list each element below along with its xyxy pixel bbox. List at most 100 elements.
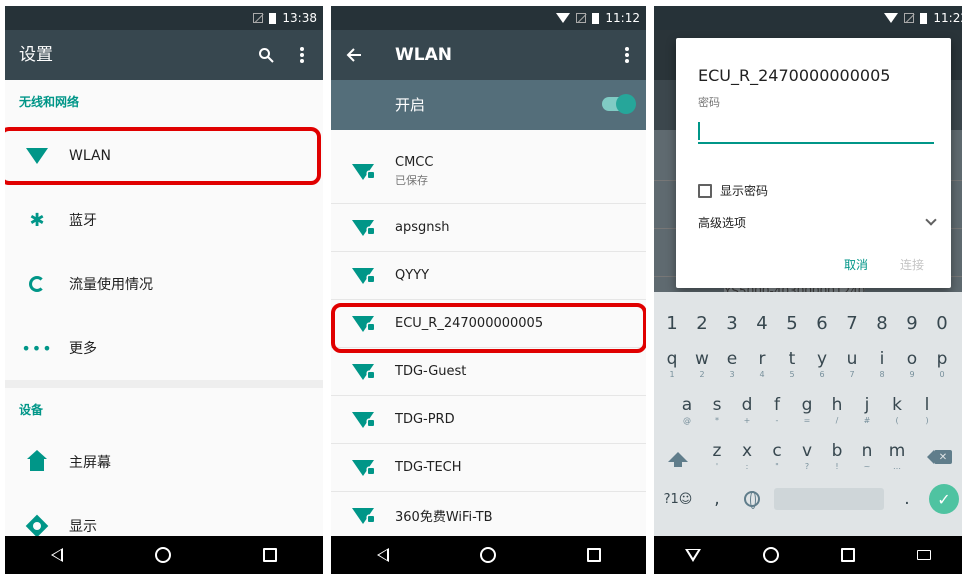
settings-item-label: 流量使用情况 (69, 277, 153, 293)
status-time: 13:38 (282, 11, 317, 25)
network-name: TDG-Guest (395, 364, 467, 379)
switch-label: 开启 (395, 96, 426, 114)
key[interactable]: s * (702, 388, 732, 434)
show-password-checkbox[interactable] (698, 183, 712, 198)
key[interactable]: 7 (837, 300, 867, 346)
key[interactable]: m… (882, 434, 912, 480)
key[interactable]: 4 (747, 300, 777, 346)
recent-apps-icon[interactable] (841, 548, 855, 562)
key[interactable]: i8 (867, 342, 897, 388)
settings-item-data-usage[interactable]: 流量使用情况 (5, 252, 323, 316)
recent-apps-icon[interactable] (586, 548, 601, 562)
wifi-network-row[interactable]: TDG-Guest (331, 348, 646, 396)
key[interactable]: k( (882, 388, 912, 434)
key[interactable]: u7 (837, 342, 867, 388)
key[interactable]: 6 (807, 300, 837, 346)
key[interactable]: g = (792, 388, 822, 434)
wifi-network-row[interactable]: 360免费WiFi-TB (331, 492, 646, 540)
status-time: 11:12 (605, 11, 640, 25)
show-password-row[interactable]: 显示密码 (698, 182, 768, 199)
key[interactable]: a @ (672, 388, 702, 434)
key[interactable]: 0 (927, 300, 957, 346)
key[interactable]: 9 (897, 300, 927, 346)
keyboard-bottom-row: ?1☺ , . ✓ (654, 476, 962, 522)
symbols-key[interactable]: ?1☺ (656, 476, 700, 522)
overflow-menu-icon[interactable] (287, 30, 317, 80)
wifi-network-row[interactable]: CMCC 已保存 (331, 140, 646, 204)
network-name: QYYY (395, 268, 430, 283)
key[interactable]: t5 (777, 342, 807, 388)
key[interactable]: n ~ (852, 434, 882, 480)
key[interactable]: o9 (897, 342, 927, 388)
settings-item-home-screen[interactable]: 主屏幕 (5, 430, 323, 494)
key[interactable]: j # (852, 388, 882, 434)
settings-item-label: 显示 (69, 519, 97, 535)
cancel-button[interactable]: 取消 (844, 256, 868, 273)
wifi-lock-icon (352, 411, 374, 428)
language-key[interactable] (734, 476, 770, 522)
back-arrow-icon[interactable] (339, 30, 369, 80)
key[interactable]: z ' (702, 434, 732, 480)
key[interactable]: v? (792, 434, 822, 480)
home-button-icon[interactable] (479, 547, 496, 563)
key[interactable]: p0 (927, 342, 957, 388)
hide-keyboard-icon[interactable] (685, 548, 701, 562)
comma-key[interactable]: , (704, 476, 730, 522)
network-name: TDG-PRD (395, 412, 455, 427)
password-input[interactable] (698, 118, 934, 144)
wlan-toggle[interactable] (602, 94, 636, 114)
key[interactable]: f- (762, 388, 792, 434)
key[interactable]: r4 (747, 342, 777, 388)
delete-key[interactable]: ✕ (927, 434, 958, 480)
period-key[interactable]: . (894, 476, 920, 522)
key[interactable]: w2 (687, 342, 717, 388)
key[interactable]: h / (822, 388, 852, 434)
connect-button[interactable]: 连接 (900, 256, 924, 273)
status-bar: 11:12 (331, 6, 646, 30)
wifi-network-row[interactable]: TDG-TECH (331, 444, 646, 492)
home-button-icon[interactable] (763, 547, 779, 563)
key[interactable]: 1 (657, 300, 687, 346)
key[interactable]: 3 (717, 300, 747, 346)
settings-item-bluetooth[interactable]: ✱ 蓝牙 (5, 188, 323, 252)
key[interactable]: y6 (807, 342, 837, 388)
key[interactable]: c " (762, 434, 792, 480)
wifi-network-row[interactable]: TDG-PRD (331, 396, 646, 444)
password-label: 密码 (698, 96, 720, 109)
recent-apps-icon[interactable] (263, 548, 277, 562)
shift-key[interactable] (660, 434, 696, 480)
keyboard-row-2: a @ s * d + f- g = h / j # k( l) (654, 388, 962, 434)
back-icon[interactable] (376, 548, 389, 562)
key[interactable]: q1 (657, 342, 687, 388)
key[interactable]: e3 (717, 342, 747, 388)
overflow-menu-icon[interactable] (612, 30, 642, 80)
key[interactable]: 8 (867, 300, 897, 346)
section-header-device: 设备 (19, 403, 44, 417)
wifi-network-row[interactable]: apsgnsh (331, 204, 646, 252)
wifi-status-icon (556, 13, 571, 23)
checkmark-icon: ✓ (929, 484, 959, 514)
home-button-icon[interactable] (155, 547, 171, 563)
key[interactable]: 5 (777, 300, 807, 346)
enter-key[interactable]: ✓ (926, 476, 962, 522)
advanced-options-row[interactable]: 高级选项 (698, 210, 937, 234)
chevron-down-icon (925, 214, 937, 226)
key[interactable]: d + (732, 388, 762, 434)
status-bar: 11:22 (654, 6, 962, 30)
search-icon[interactable] (251, 30, 281, 80)
key[interactable]: l) (912, 388, 942, 434)
wifi-lock-icon (352, 219, 374, 236)
wifi-network-row[interactable]: QYYY (331, 252, 646, 300)
wifi-lock-icon (352, 459, 374, 476)
key[interactable]: 2 (687, 300, 717, 346)
back-icon[interactable] (51, 548, 63, 562)
keyboard-switch-icon[interactable] (917, 550, 931, 560)
key[interactable]: b! (822, 434, 852, 480)
key[interactable]: x: (732, 434, 762, 480)
space-key[interactable] (774, 488, 884, 510)
keyboard-number-row: 1 2 3 4 5 6 7 8 9 0 (654, 300, 962, 346)
globe-icon (744, 491, 760, 509)
navigation-bar (654, 536, 962, 574)
settings-item-more[interactable]: ••• 更多 (5, 316, 323, 380)
battery-icon (920, 12, 928, 24)
